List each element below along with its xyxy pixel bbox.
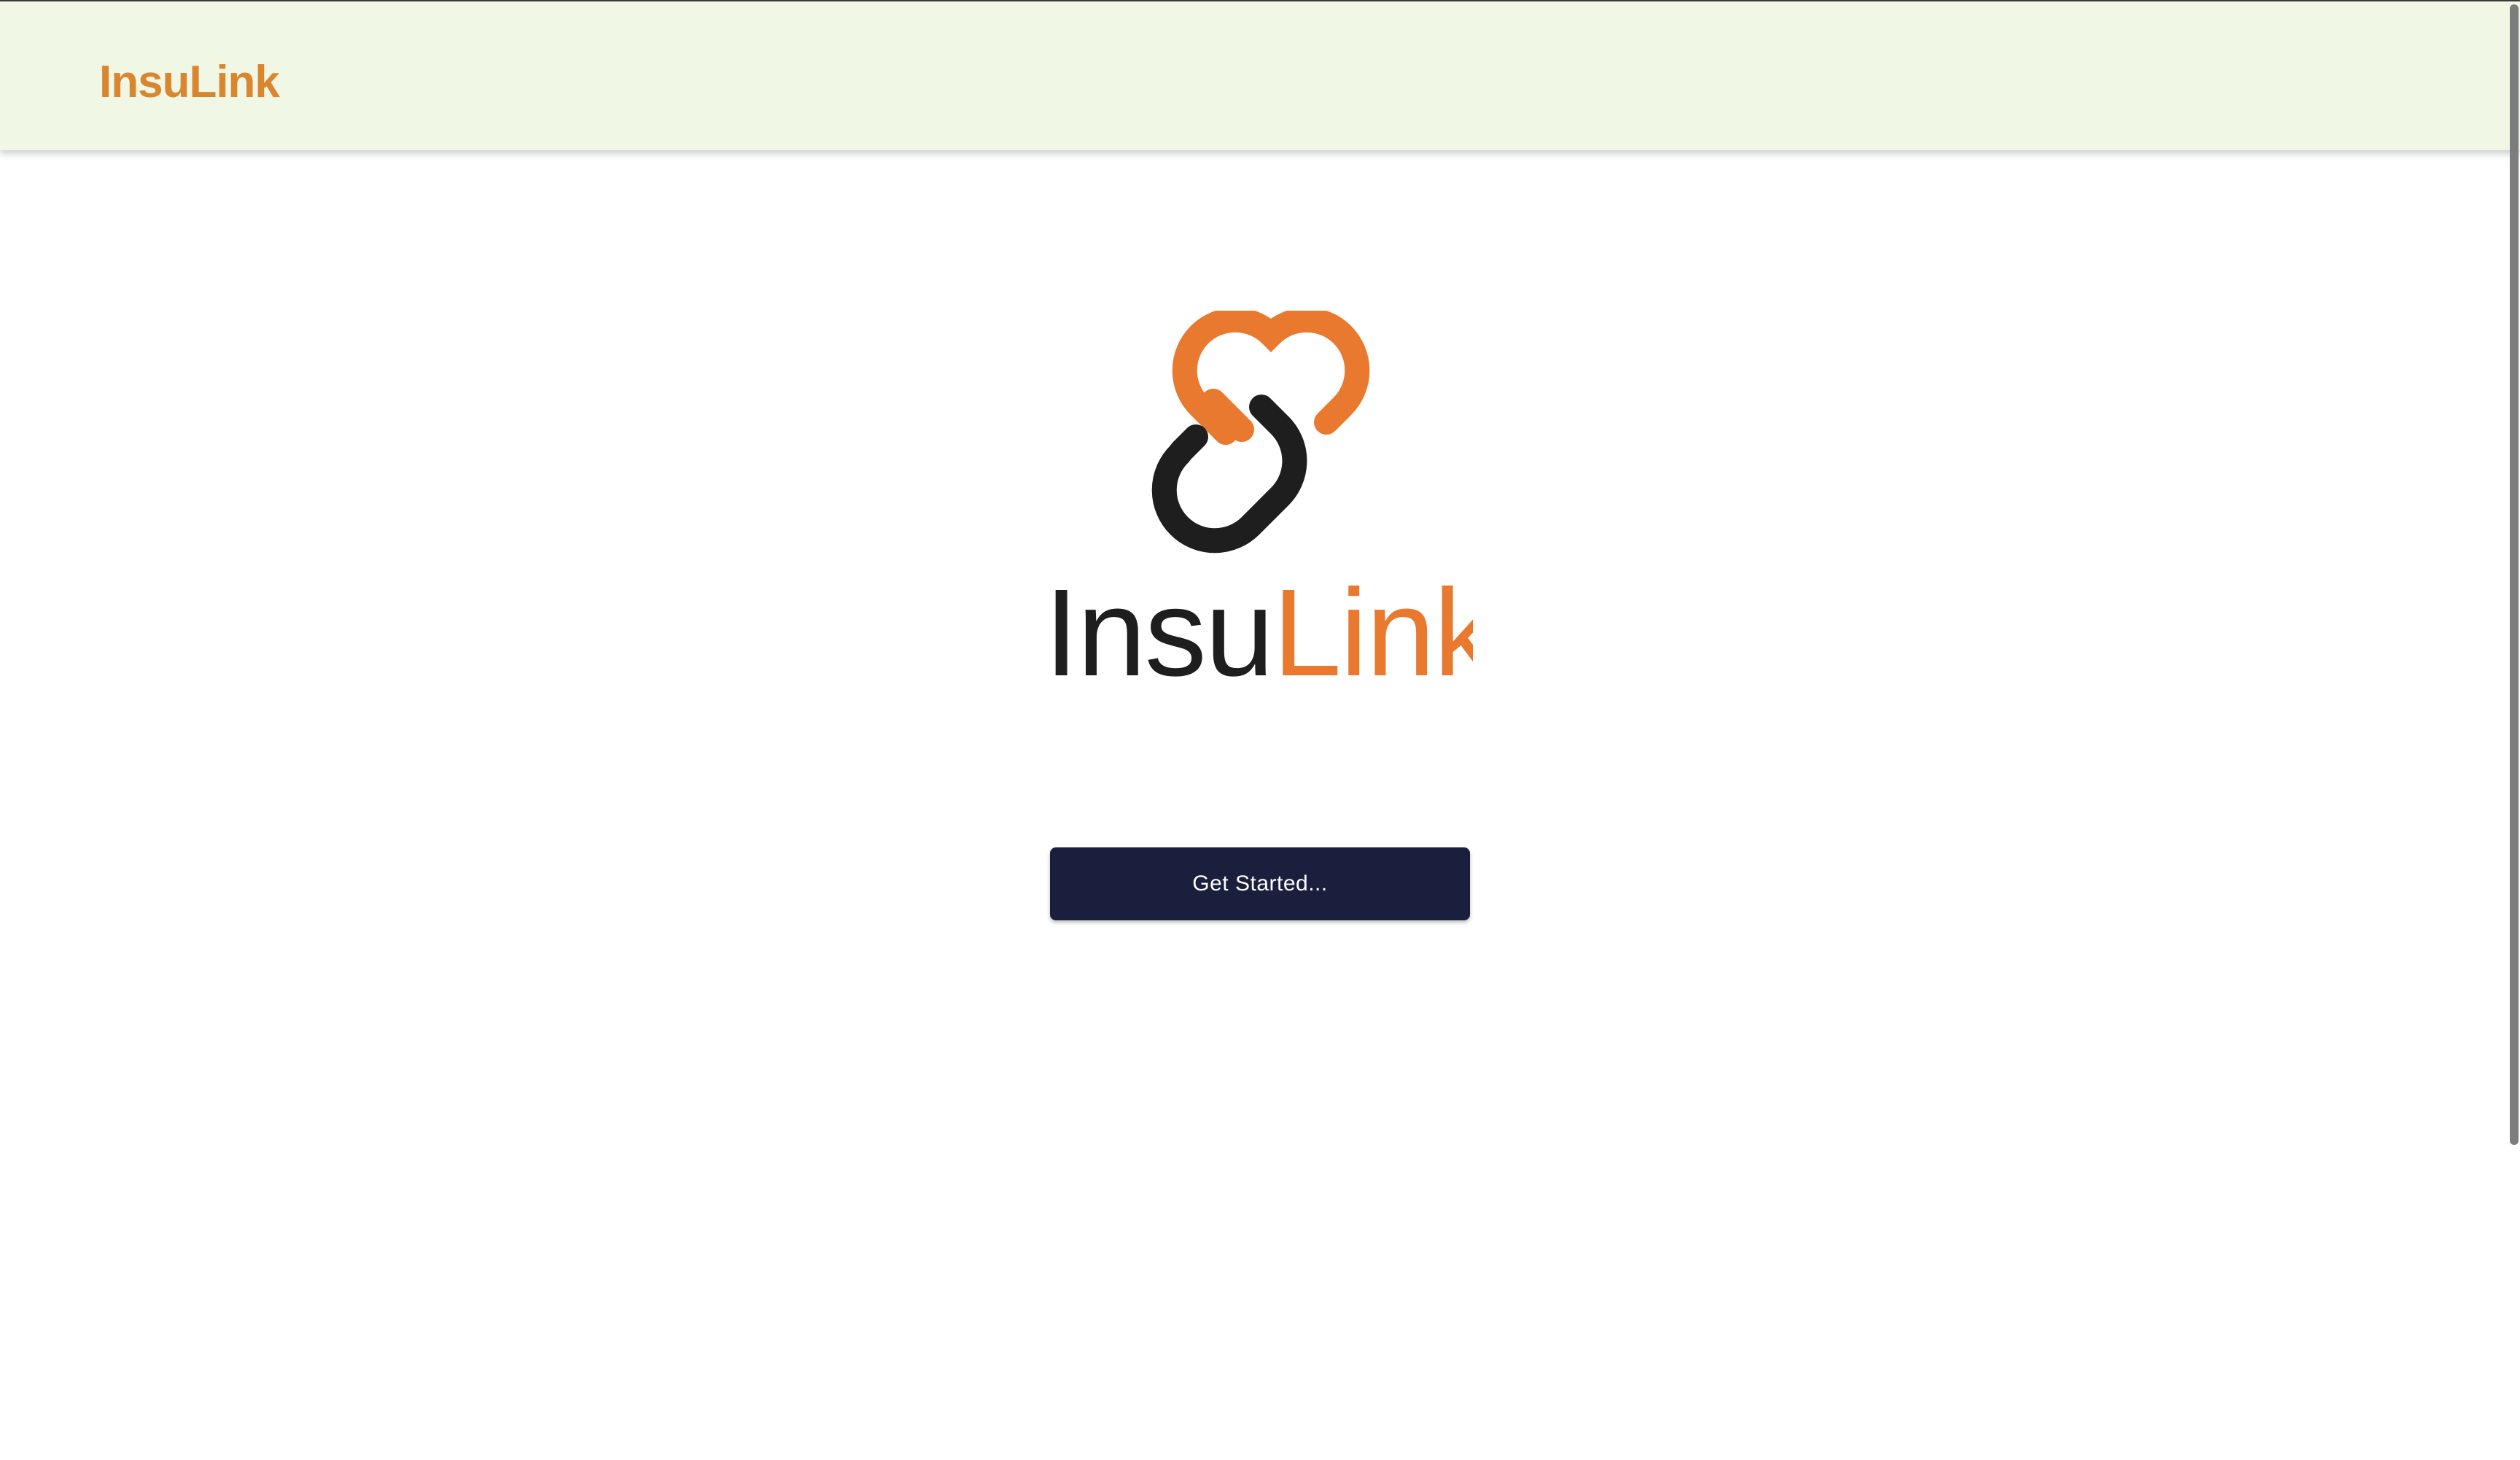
top-app-bar: InsuLink (0, 0, 2520, 150)
logo-wordmark-link: Link (1272, 564, 1473, 702)
landing-content: InsuLink Get Started... (0, 150, 2508, 1460)
app-window: InsuLink InsuLink Get Started... (0, 0, 2520, 1460)
logo-wordmark: InsuLink (1044, 564, 1473, 702)
scrollbar-thumb[interactable] (2510, 4, 2519, 1145)
chain-link-icon (1151, 311, 1370, 554)
brand-title[interactable]: InsuLink (99, 60, 280, 105)
logo-wordmark-insu: Insu (1044, 564, 1272, 702)
get-started-button[interactable]: Get Started... (1050, 847, 1470, 920)
vertical-scrollbar[interactable] (2507, 0, 2520, 1460)
insulink-logo: InsuLink (1044, 311, 1473, 702)
